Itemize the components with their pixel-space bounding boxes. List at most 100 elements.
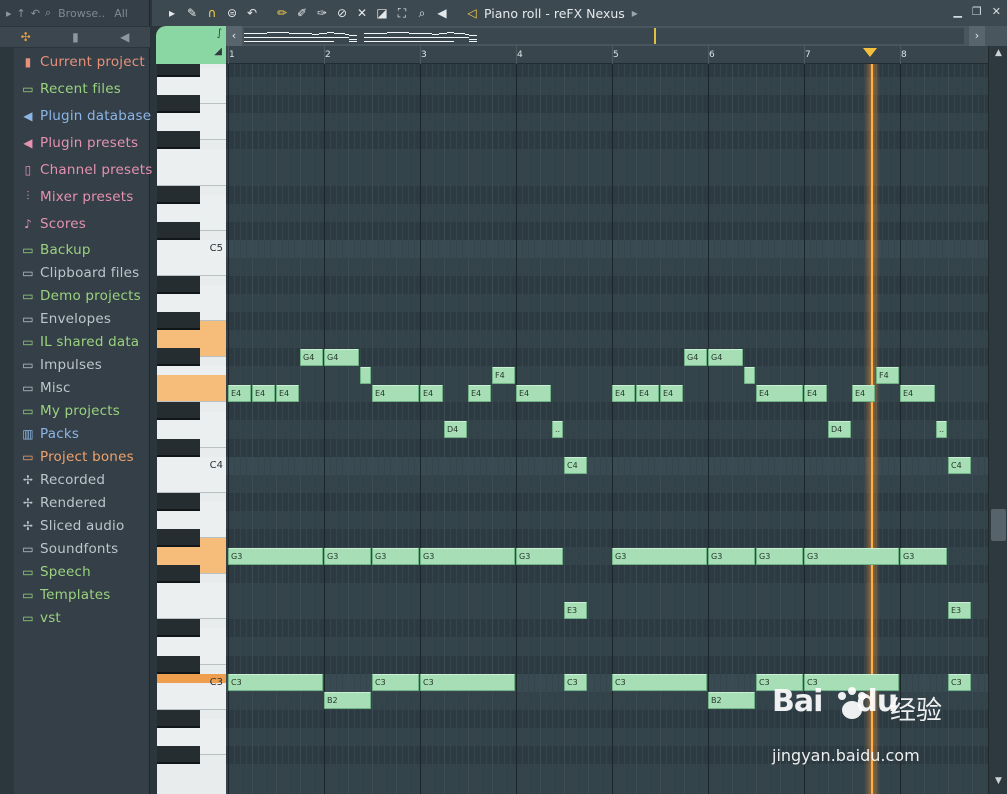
zoom-icon[interactable]: ⌕ [412, 6, 432, 21]
note[interactable] [360, 366, 371, 384]
note[interactable]: D4 [444, 421, 467, 439]
close-icon[interactable]: ✕ [992, 5, 1001, 18]
browser-item-misc[interactable]: ▭ Misc [14, 376, 71, 399]
piano-black-key[interactable] [157, 619, 200, 638]
note[interactable]: E4 [372, 384, 419, 402]
note[interactable]: E4 [228, 384, 251, 402]
speaker-icon[interactable]: ◁ [462, 6, 482, 20]
note[interactable]: E3 [564, 601, 587, 619]
note[interactable]: B2 [708, 692, 755, 710]
note[interactable]: E4 [756, 384, 803, 402]
scrollbar-thumb[interactable] [991, 509, 1006, 541]
restore-icon[interactable]: ❐ [972, 5, 982, 18]
note[interactable]: C3 [420, 674, 515, 692]
vertical-scrollbar[interactable]: ▲ ▼ [988, 46, 1007, 794]
playback-icon[interactable]: ◀ [432, 6, 452, 20]
overview-track[interactable] [244, 28, 964, 44]
note[interactable]: E4 [804, 384, 827, 402]
browser-item-speech[interactable]: ▭ Speech [14, 560, 91, 583]
scroll-right-icon[interactable]: › [969, 26, 985, 46]
note[interactable]: G4 [708, 348, 743, 366]
file-icon[interactable]: ▮ [72, 30, 79, 44]
note[interactable]: D4 [828, 421, 851, 439]
piano-black-key[interactable] [157, 709, 200, 728]
magnet-icon[interactable]: ∩ [202, 6, 222, 20]
song-position-marker[interactable] [863, 48, 877, 57]
browser-item-templates[interactable]: ▭ Templates [14, 583, 110, 606]
note[interactable]: E4 [516, 384, 551, 402]
timeline-ruler[interactable]: 1 2 3 4 5 6 7 8 [226, 46, 988, 64]
browser-item-channel-presets[interactable]: ▯ Channel presets [14, 158, 153, 181]
piano-black-key[interactable] [157, 746, 200, 764]
piano-black-key[interactable] [157, 64, 200, 77]
note[interactable]: G4 [324, 348, 359, 366]
browser-item-sliced-audio[interactable]: ✢ Sliced audio [14, 514, 124, 537]
control-corner[interactable]: ∫ ◢ [156, 26, 226, 64]
note[interactable]: G3 [420, 547, 515, 565]
undo-icon[interactable]: ↶ [242, 6, 262, 20]
browser-item-plugin-presets[interactable]: ◀ Plugin presets [14, 131, 138, 154]
piano-black-key[interactable] [157, 275, 200, 294]
minimize-icon[interactable]: ▁ [953, 5, 961, 18]
note[interactable]: E4 [612, 384, 635, 402]
browser-item-plugin-database[interactable]: ◀ Plugin database [14, 104, 151, 127]
note[interactable]: .. [552, 421, 563, 439]
note[interactable]: E3 [948, 601, 971, 619]
browser-item-backup[interactable]: ▭ Backup [14, 238, 91, 261]
note[interactable]: C3 [372, 674, 419, 692]
up-arrow-icon[interactable]: ↑ [17, 7, 26, 20]
title-arrow-icon[interactable]: ▸ [625, 6, 645, 20]
note[interactable]: G3 [516, 547, 563, 565]
tree-view-icon[interactable]: ✣ [21, 30, 31, 44]
note[interactable]: C3 [228, 674, 323, 692]
piano-black-key[interactable] [157, 221, 200, 240]
note[interactable]: E4 [852, 384, 875, 402]
select-icon[interactable]: ⛶ [392, 6, 412, 21]
note[interactable]: G3 [804, 547, 899, 565]
piano-black-key[interactable] [157, 492, 200, 511]
pencil-icon[interactable]: ✏ [272, 6, 292, 20]
note[interactable]: E4 [276, 384, 299, 402]
scroll-left-icon[interactable]: ‹ [226, 26, 242, 46]
note[interactable]: C4 [948, 457, 971, 475]
note[interactable]: G3 [228, 547, 323, 565]
piano-white-key[interactable] [157, 375, 226, 403]
note[interactable] [744, 366, 755, 384]
note[interactable]: F4 [876, 366, 899, 384]
scroll-up-icon[interactable]: ▲ [991, 48, 1006, 62]
note[interactable]: G4 [684, 348, 707, 366]
search-icon[interactable]: ⌕ [45, 6, 51, 20]
note[interactable]: E4 [636, 384, 659, 402]
piano-black-key[interactable] [157, 565, 200, 584]
browser-item-recent-files[interactable]: ▭ Recent files [14, 77, 121, 100]
note[interactable]: E4 [420, 384, 443, 402]
note[interactable]: E4 [900, 384, 935, 402]
note[interactable]: C3 [612, 674, 707, 692]
note[interactable]: C4 [564, 457, 587, 475]
note[interactable]: E4 [252, 384, 275, 402]
browser-item-my-projects[interactable]: ▭ My projects [14, 399, 120, 422]
browser-item-vst[interactable]: ▭ vst [14, 606, 61, 629]
mute-icon[interactable]: ✕ [352, 6, 372, 20]
piano-black-key[interactable] [157, 312, 200, 331]
note[interactable]: B2 [324, 692, 371, 710]
browser-item-mixer-presets[interactable]: ⫶ Mixer presets [14, 185, 134, 208]
browser-item-recorded[interactable]: ✢ Recorded [14, 468, 105, 491]
scroll-down-icon[interactable]: ▼ [991, 776, 1006, 790]
delete-icon[interactable]: ⊘ [332, 6, 352, 20]
piano-black-key[interactable] [157, 131, 200, 150]
browser-item-packs[interactable]: ▥ Packs [14, 422, 79, 445]
browser-item-soundfonts[interactable]: ▭ Soundfonts [14, 537, 118, 560]
browser-item-clipboard-files[interactable]: ▭ Clipboard files [14, 261, 139, 284]
piano-keyboard[interactable]: C5 C4 C3 [157, 64, 226, 794]
piano-black-key[interactable] [157, 95, 200, 114]
note[interactable]: E4 [660, 384, 683, 402]
piano-black-key[interactable] [157, 402, 200, 421]
note[interactable]: C3 [564, 674, 587, 692]
piano-white-key[interactable] [157, 158, 226, 186]
piano-white-key[interactable] [157, 592, 226, 620]
note[interactable]: G4 [300, 348, 323, 366]
piano-black-key[interactable] [157, 438, 200, 457]
note[interactable]: G3 [756, 547, 803, 565]
browser-item-rendered[interactable]: ✢ Rendered [14, 491, 106, 514]
